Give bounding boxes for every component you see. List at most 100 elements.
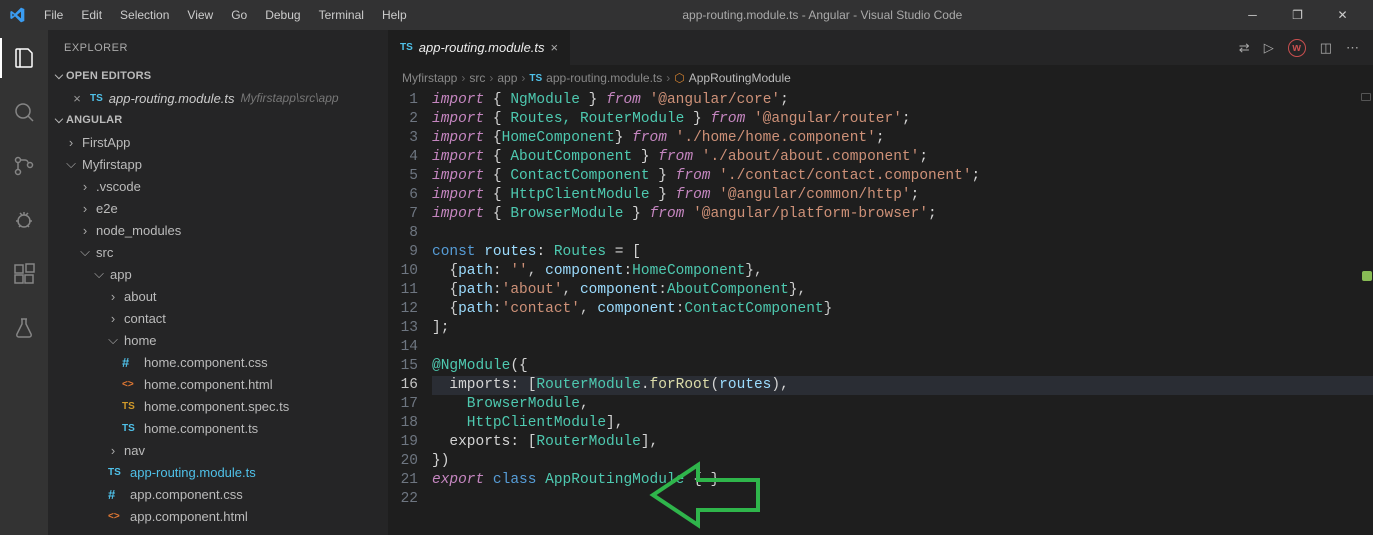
code-editor[interactable]: 12345678910111213141516171819202122 impo… [388, 91, 1373, 535]
menu-selection[interactable]: Selection [112, 4, 177, 26]
file-label: home.component.ts [144, 421, 258, 436]
window-controls: ─ ❐ ✕ [1230, 0, 1365, 30]
folder-about[interactable]: › about [48, 285, 388, 307]
folder-label: about [124, 289, 157, 304]
tab-app-routing[interactable]: TS app-routing.module.ts × [388, 30, 571, 65]
file-app-html[interactable]: <>app.component.html [48, 505, 388, 527]
menu-help[interactable]: Help [374, 4, 415, 26]
folder-contact[interactable]: ›contact [48, 307, 388, 329]
code-content[interactable]: import { NgModule } from '@angular/core'… [432, 91, 1373, 535]
file-app-routing[interactable]: TSapp-routing.module.ts [48, 461, 388, 483]
breadcrumb-item[interactable]: app [497, 71, 517, 85]
file-label: home.component.css [144, 355, 268, 370]
chevron-down-icon: ⌵ [52, 114, 66, 127]
folder-nav[interactable]: ›nav [48, 439, 388, 461]
split-editor-icon[interactable]: ◫ [1320, 40, 1332, 56]
file-home-html[interactable]: <> home.component.html [48, 373, 388, 395]
tab-label: app-routing.module.ts [419, 40, 545, 55]
chevron-right-icon: › [521, 71, 525, 85]
window-title: app-routing.module.ts - Angular - Visual… [415, 8, 1230, 22]
wallaby-icon[interactable]: w [1288, 39, 1306, 57]
html-file-icon: <> [122, 379, 138, 390]
explorer-icon[interactable] [0, 38, 48, 78]
file-label: home.component.spec.ts [144, 399, 289, 414]
breadcrumb-symbol[interactable]: AppRoutingModule [689, 71, 791, 85]
more-actions-icon[interactable]: ⋯ [1346, 40, 1359, 56]
menu-edit[interactable]: Edit [73, 4, 110, 26]
menu-debug[interactable]: Debug [257, 4, 308, 26]
chevron-right-icon: › [108, 311, 118, 326]
class-icon: ⬡ [674, 71, 684, 85]
vertical-scrollbar[interactable] [1359, 91, 1373, 535]
folder-vscode[interactable]: ›.vscode [48, 175, 388, 197]
scroll-position-indicator [1361, 93, 1371, 101]
menu-go[interactable]: Go [223, 4, 255, 26]
minimize-button[interactable]: ─ [1230, 0, 1275, 30]
html-file-icon: <> [108, 511, 124, 522]
file-home-ts[interactable]: TShome.component.ts [48, 417, 388, 439]
folder-firstapp[interactable]: ›FirstApp [48, 131, 388, 153]
folder-label: nav [124, 443, 145, 458]
chevron-down-icon: ⌵ [94, 266, 104, 282]
chevron-down-icon: ⌵ [66, 156, 76, 172]
sidebar-header: EXPLORER [48, 30, 388, 65]
open-editor-item[interactable]: × TS app-routing.module.ts Myfirstapp\sr… [48, 87, 388, 109]
close-button[interactable]: ✕ [1320, 0, 1365, 30]
folder-app[interactable]: ⌵app [48, 263, 388, 285]
chevron-right-icon: › [108, 289, 118, 304]
chevron-down-icon: ⌵ [80, 244, 90, 260]
menu-terminal[interactable]: Terminal [311, 4, 372, 26]
scroll-marker [1362, 271, 1372, 281]
breadcrumb[interactable]: Myfirstapp › src › app › TS app-routing.… [388, 65, 1373, 91]
file-home-css[interactable]: #home.component.css [48, 351, 388, 373]
close-icon[interactable]: × [70, 91, 84, 106]
line-numbers: 12345678910111213141516171819202122 [388, 91, 432, 535]
workspace-header[interactable]: ⌵ ANGULAR [48, 109, 388, 131]
chevron-down-icon: ⌵ [52, 70, 66, 83]
file-home-spec[interactable]: TS home.component.spec.ts [48, 395, 388, 417]
extensions-icon[interactable] [0, 254, 48, 294]
open-editors-header[interactable]: ⌵ OPEN EDITORS [48, 65, 388, 87]
chevron-right-icon: › [461, 71, 465, 85]
folder-node-modules[interactable]: › node_modules [48, 219, 388, 241]
folder-home[interactable]: ⌵home [48, 329, 388, 351]
file-label: home.component.html [144, 377, 273, 392]
search-icon[interactable] [0, 92, 48, 132]
folder-myfirstapp[interactable]: ⌵Myfirstapp [48, 153, 388, 175]
editor-actions: ⇄ ▷ w ◫ ⋯ [1225, 30, 1373, 65]
folder-src[interactable]: ⌵ src [48, 241, 388, 263]
close-icon[interactable]: × [551, 40, 559, 55]
chevron-right-icon: › [666, 71, 670, 85]
test-icon[interactable] [0, 308, 48, 348]
activity-bar [0, 30, 48, 535]
sidebar: EXPLORER ⌵ OPEN EDITORS × TS app-routing… [48, 30, 388, 535]
file-tree: ›FirstApp ⌵Myfirstapp ›.vscode ›e2e ›nod… [48, 131, 388, 535]
run-icon[interactable]: ▷ [1264, 40, 1274, 56]
folder-label: src [96, 245, 113, 260]
folder-label: FirstApp [82, 135, 130, 150]
chevron-right-icon: › [80, 201, 90, 216]
breadcrumb-file[interactable]: app-routing.module.ts [546, 71, 662, 85]
folder-e2e[interactable]: › e2e [48, 197, 388, 219]
menu-bar: File Edit Selection View Go Debug Termin… [36, 4, 415, 26]
titlebar: File Edit Selection View Go Debug Termin… [0, 0, 1373, 30]
chevron-down-icon: ⌵ [108, 332, 118, 348]
source-control-icon[interactable] [0, 146, 48, 186]
chevron-right-icon: › [80, 223, 90, 238]
chevron-right-icon: › [489, 71, 493, 85]
folder-label: node_modules [96, 223, 181, 238]
open-editors-label: OPEN EDITORS [66, 70, 151, 82]
breadcrumb-item[interactable]: Myfirstapp [402, 71, 457, 85]
menu-view[interactable]: View [179, 4, 221, 26]
vscode-logo-icon [8, 6, 26, 24]
maximize-button[interactable]: ❐ [1275, 0, 1320, 30]
compare-icon[interactable]: ⇄ [1239, 40, 1250, 56]
ts-file-icon: TS [122, 401, 138, 412]
file-app-css[interactable]: #app.component.css [48, 483, 388, 505]
folder-label: e2e [96, 201, 118, 216]
breadcrumb-item[interactable]: src [469, 71, 485, 85]
workspace-label: ANGULAR [66, 114, 122, 126]
folder-label: .vscode [96, 179, 141, 194]
debug-icon[interactable] [0, 200, 48, 240]
menu-file[interactable]: File [36, 4, 71, 26]
